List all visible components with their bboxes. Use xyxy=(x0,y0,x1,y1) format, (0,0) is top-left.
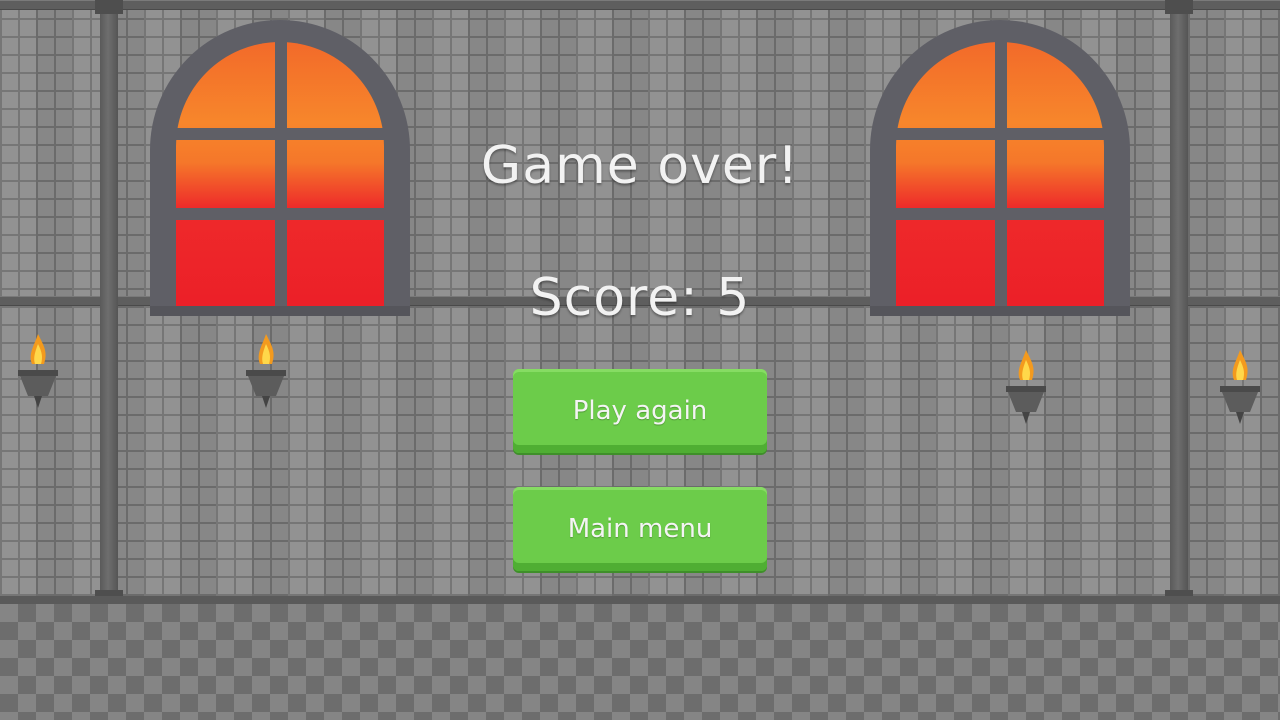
top-beam xyxy=(0,0,1280,10)
wall-torch-icon xyxy=(1006,350,1046,424)
window-sill xyxy=(150,306,410,316)
game-scene: Game over! Score: 5 Play again Main menu xyxy=(0,0,1280,720)
checkered-floor xyxy=(0,604,1280,720)
wall-torch-icon xyxy=(18,334,58,408)
game-over-title: Game over! xyxy=(480,136,800,196)
arched-window-left xyxy=(150,20,410,316)
stone-pillar-right xyxy=(1165,0,1193,608)
arched-window-right xyxy=(870,20,1130,316)
wall-torch-icon xyxy=(246,334,286,408)
score-display: Score: 5 xyxy=(529,268,751,328)
stone-pillar-left xyxy=(95,0,123,608)
window-mullion xyxy=(176,208,384,220)
play-again-button[interactable]: Play again xyxy=(513,369,767,453)
window-sill xyxy=(870,306,1130,316)
window-mullion xyxy=(896,208,1104,220)
pillar-cap xyxy=(95,0,123,14)
window-mullion xyxy=(176,128,384,140)
window-mullion xyxy=(275,40,287,310)
main-menu-button[interactable]: Main menu xyxy=(513,487,767,571)
window-mullion xyxy=(896,128,1104,140)
wall-torch-icon xyxy=(1220,350,1260,424)
window-mullion xyxy=(995,40,1007,310)
pillar-cap xyxy=(1165,0,1193,14)
